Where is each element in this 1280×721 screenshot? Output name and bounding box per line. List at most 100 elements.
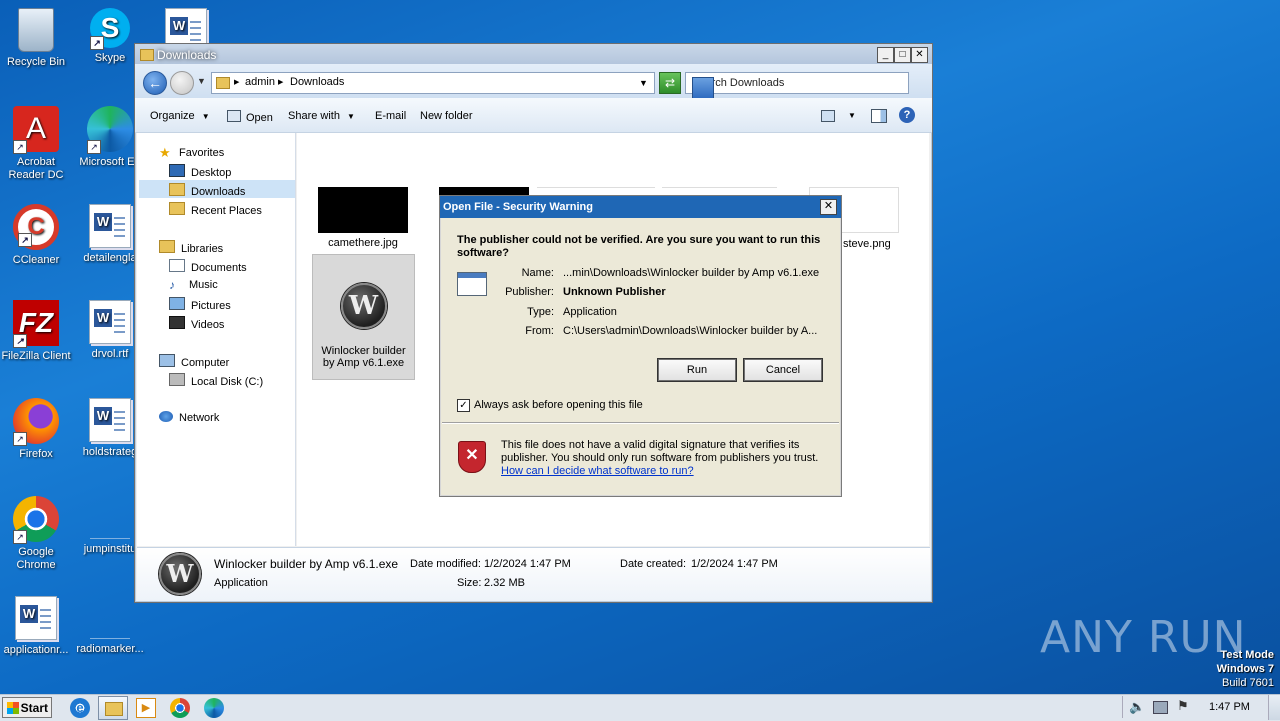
start-button[interactable]: Start bbox=[2, 697, 52, 718]
chrome-icon[interactable] bbox=[170, 698, 190, 718]
security-warning-dialog: Open File - Security Warning ✕ The publi… bbox=[439, 195, 842, 497]
help-icon[interactable]: ? bbox=[899, 107, 915, 123]
recent-places-icon bbox=[169, 202, 185, 215]
nav-network[interactable]: Network bbox=[159, 411, 219, 424]
file-name: Winlocker builder by Amp v6.1.exe bbox=[321, 345, 406, 369]
hard-drive-icon bbox=[169, 373, 185, 386]
word-document-icon bbox=[165, 8, 207, 46]
name-value: ...min\Downloads\Winlocker builder by Am… bbox=[563, 267, 820, 279]
edge-icon[interactable] bbox=[204, 698, 224, 718]
star-icon: ★ bbox=[159, 145, 171, 160]
type-value: Application bbox=[563, 306, 617, 318]
address-dropdown-icon[interactable]: ▼ bbox=[639, 78, 648, 88]
back-button[interactable]: ← bbox=[143, 71, 167, 95]
nav-libraries[interactable]: Libraries bbox=[159, 240, 223, 255]
nav-documents[interactable]: Documents bbox=[169, 259, 247, 274]
share-with-button[interactable]: Share with ▼ bbox=[288, 110, 355, 122]
help-link[interactable]: How can I decide what software to run? bbox=[501, 465, 694, 477]
videos-icon bbox=[169, 316, 185, 329]
dialog-question: The publisher could not be verified. Are… bbox=[457, 234, 821, 259]
dialog-title: Open File - Security Warning bbox=[443, 201, 593, 213]
size-label: Size: bbox=[457, 577, 482, 589]
date-modified-value: 1/2/2024 1:47 PM bbox=[484, 558, 571, 570]
nav-computer[interactable]: Computer bbox=[159, 354, 229, 369]
desktop-icon-radiomarker[interactable]: radiomarker... bbox=[72, 596, 148, 656]
desktop-icon-recycle-bin[interactable]: Recycle Bin bbox=[0, 8, 74, 69]
application-icon bbox=[227, 110, 241, 122]
dialog-separator bbox=[442, 422, 839, 424]
action-center-flag-icon[interactable]: ⚑ bbox=[1177, 698, 1189, 714]
desktop-icon-filezilla[interactable]: FZ ↗ FileZilla Client bbox=[0, 300, 74, 363]
nav-recent-places[interactable]: Recent Places bbox=[169, 202, 262, 217]
organize-button[interactable]: Organize ▼ bbox=[150, 110, 210, 122]
desktop-icon bbox=[169, 164, 185, 177]
network-icon bbox=[159, 411, 173, 422]
always-ask-label[interactable]: Always ask before opening this file bbox=[474, 399, 643, 411]
desktop-icon-chrome[interactable]: ↗ Google Chrome bbox=[0, 496, 74, 572]
nav-downloads[interactable]: Downloads bbox=[169, 183, 245, 198]
date-created-value: 1/2/2024 1:47 PM bbox=[691, 558, 778, 570]
desktop-icon-label: Microsoft Ed bbox=[79, 156, 141, 168]
blank-file-icon bbox=[90, 496, 130, 539]
window-title: Downloads bbox=[157, 48, 217, 62]
nav-favorites[interactable]: ★ Favorites bbox=[159, 145, 224, 160]
desktop-icon-acrobat[interactable]: A ↗ Acrobat Reader DC bbox=[0, 106, 74, 182]
desktop-icon-applicationr[interactable]: applicationr... bbox=[0, 596, 74, 657]
filezilla-icon: FZ ↗ bbox=[13, 300, 59, 348]
desktop-icon-firefox[interactable]: ↗ Firefox bbox=[0, 398, 74, 461]
libraries-icon bbox=[159, 240, 175, 253]
os-info-line1: Test Mode bbox=[1220, 649, 1274, 661]
search-icon[interactable] bbox=[692, 77, 714, 99]
file-name: camethere.jpg bbox=[328, 237, 398, 249]
minimize-button[interactable]: _ bbox=[877, 47, 894, 63]
file-item-winlocker[interactable]: W Winlocker builder by Amp v6.1.exe bbox=[312, 254, 415, 380]
dialog-close-button[interactable]: ✕ bbox=[820, 199, 837, 215]
file-explorer-taskbar-button[interactable] bbox=[98, 696, 128, 720]
chrome-icon: ↗ bbox=[13, 496, 59, 544]
date-modified-label: Date modified: bbox=[410, 558, 481, 570]
desktop-icon-label: Skype bbox=[94, 52, 126, 64]
nav-music[interactable]: ♪ Music bbox=[169, 278, 218, 292]
word-document-icon bbox=[89, 398, 131, 442]
new-folder-button[interactable]: New folder bbox=[420, 110, 473, 122]
refresh-icon[interactable]: ⇄ bbox=[659, 72, 681, 94]
breadcrumb-downloads[interactable]: Downloads bbox=[290, 76, 344, 88]
pictures-icon bbox=[169, 297, 185, 310]
cancel-button[interactable]: Cancel bbox=[743, 358, 823, 382]
breadcrumb-admin[interactable]: admin bbox=[245, 76, 275, 88]
always-ask-checkbox[interactable]: ✓ bbox=[457, 399, 470, 412]
clock[interactable]: 1:47 PM bbox=[1209, 701, 1250, 713]
media-player-icon[interactable]: ▶ bbox=[136, 698, 156, 718]
preview-pane-icon[interactable] bbox=[871, 109, 887, 123]
maximize-button[interactable]: □ bbox=[894, 47, 911, 63]
internet-explorer-icon[interactable]: e bbox=[70, 698, 90, 718]
from-label: From: bbox=[525, 325, 554, 337]
os-info: Test Mode Windows 7 Build 7601 bbox=[1150, 648, 1274, 690]
forward-button[interactable] bbox=[170, 71, 194, 95]
desktop-icon-ccleaner[interactable]: C ↗ CCleaner bbox=[0, 204, 74, 267]
nav-desktop[interactable]: Desktop bbox=[169, 164, 231, 179]
shield-warning-icon: ✕ bbox=[458, 441, 486, 473]
nav-local-disk[interactable]: Local Disk (C:) bbox=[169, 373, 263, 388]
file-item-camethere[interactable]: camethere.jpg bbox=[315, 187, 411, 249]
address-field[interactable]: ▶ admin ▶ Downloads ▼ bbox=[211, 72, 655, 94]
open-button[interactable]: Open bbox=[227, 110, 273, 124]
details-file-type: Application bbox=[214, 577, 268, 589]
more-options-chevron-icon[interactable]: ▼ bbox=[848, 111, 856, 120]
navigation-pane: ★ Favorites Desktop Downloads Recent Plac… bbox=[137, 133, 296, 546]
change-view-icon[interactable] bbox=[821, 110, 835, 122]
speaker-icon[interactable]: 🔈 bbox=[1129, 699, 1145, 715]
dialog-titlebar[interactable]: Open File - Security Warning ✕ bbox=[440, 196, 841, 218]
nav-videos[interactable]: Videos bbox=[169, 316, 224, 331]
edge-icon: ↗ bbox=[87, 106, 133, 154]
recent-pages-chevron-icon[interactable]: ▼ bbox=[197, 76, 206, 86]
search-input[interactable]: Search Downloads bbox=[685, 72, 909, 99]
desktop-icon-label: detailengla bbox=[83, 252, 137, 264]
email-button[interactable]: E-mail bbox=[375, 110, 406, 122]
show-desktop-button[interactable] bbox=[1268, 695, 1280, 720]
run-button[interactable]: Run bbox=[657, 358, 737, 382]
network-tray-icon[interactable] bbox=[1153, 701, 1168, 714]
close-button[interactable]: ✕ bbox=[911, 47, 928, 63]
explorer-titlebar[interactable]: Downloads _ □ ✕ bbox=[135, 44, 932, 64]
nav-pictures[interactable]: Pictures bbox=[169, 297, 231, 312]
